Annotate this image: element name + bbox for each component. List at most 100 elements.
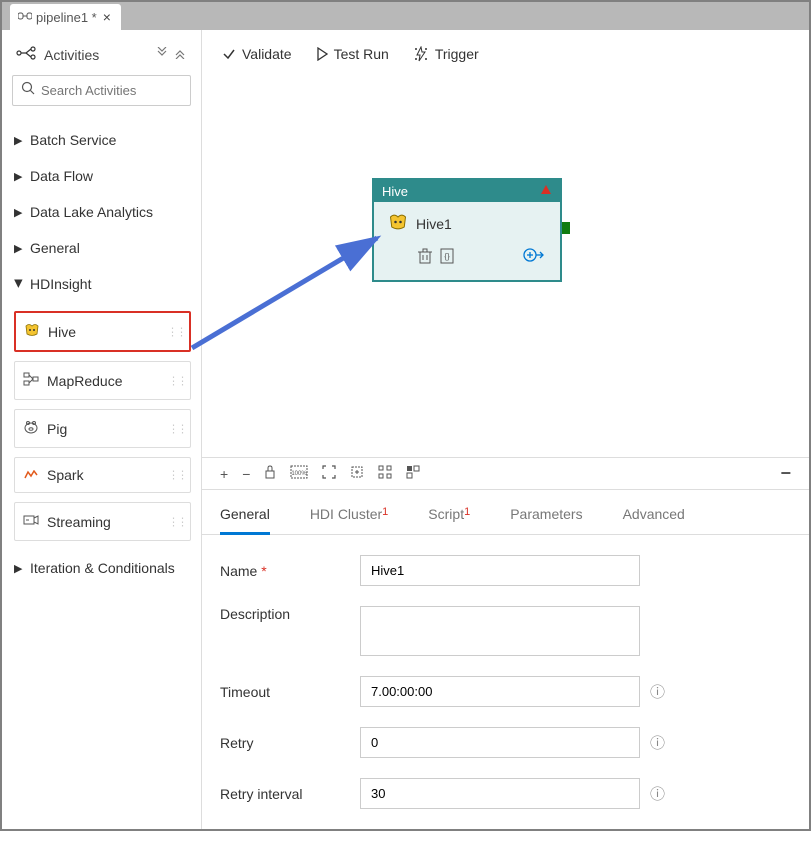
node-body: Hive1 {} bbox=[374, 202, 560, 280]
chevron-right-icon: ▶ bbox=[14, 242, 24, 255]
chevron-right-icon: ▶ bbox=[14, 134, 24, 147]
error-badge: 1 bbox=[464, 506, 470, 518]
zoom-100-icon[interactable]: 100% bbox=[290, 465, 308, 482]
activity-pig[interactable]: Pig ⋮⋮ bbox=[14, 409, 191, 448]
collapse-all-icon[interactable] bbox=[175, 47, 187, 62]
validate-button[interactable]: Validate bbox=[222, 46, 292, 62]
description-input[interactable] bbox=[360, 606, 640, 656]
zoom-selection-icon[interactable] bbox=[350, 465, 364, 482]
test-run-button[interactable]: Test Run bbox=[316, 46, 389, 62]
pig-icon bbox=[23, 419, 39, 438]
grip-icon: ⋮⋮ bbox=[168, 469, 186, 482]
search-icon bbox=[21, 81, 35, 100]
canvas-toolbar: Validate Test Run Trigger bbox=[202, 30, 809, 78]
pipeline-tab[interactable]: pipeline1 * × bbox=[10, 4, 121, 30]
drag-arrow-annotation bbox=[187, 228, 397, 358]
mapreduce-icon bbox=[23, 371, 39, 390]
properties-tabs: General HDI Cluster1 Script1 Parameters … bbox=[202, 490, 809, 535]
hdinsight-items: Hive ⋮⋮ MapReduce ⋮⋮ Pig ⋮⋮ bbox=[12, 311, 191, 541]
hive-icon bbox=[388, 212, 408, 235]
add-output-icon[interactable] bbox=[522, 247, 544, 268]
category-general[interactable]: ▶ General bbox=[12, 230, 191, 266]
activities-header: Activities bbox=[12, 40, 191, 75]
grip-icon: ⋮⋮ bbox=[168, 374, 186, 387]
activities-icon bbox=[16, 46, 36, 63]
properties-panel: General HDI Cluster1 Script1 Parameters … bbox=[202, 489, 809, 829]
category-data-lake-analytics[interactable]: ▶ Data Lake Analytics bbox=[12, 194, 191, 230]
description-label: Description bbox=[220, 606, 290, 622]
validate-label: Validate bbox=[242, 46, 292, 62]
code-icon[interactable]: {} bbox=[440, 248, 454, 267]
search-input[interactable] bbox=[41, 83, 182, 98]
category-iteration-conditionals[interactable]: ▶ Iteration & Conditionals bbox=[12, 550, 191, 586]
tab-parameters[interactable]: Parameters bbox=[510, 506, 582, 534]
retry-interval-input[interactable] bbox=[360, 778, 640, 809]
grip-icon: ⋮⋮ bbox=[168, 422, 186, 435]
activity-label: Spark bbox=[47, 467, 84, 483]
delete-icon[interactable] bbox=[418, 248, 432, 267]
activity-streaming[interactable]: Streaming ⋮⋮ bbox=[14, 502, 191, 541]
trigger-button[interactable]: Trigger bbox=[413, 46, 479, 62]
name-label: Name bbox=[220, 563, 257, 579]
general-form: Name * Description Timeout ⓘ Retry ⓘ bbox=[202, 535, 809, 849]
trigger-label: Trigger bbox=[435, 46, 479, 62]
tab-script[interactable]: Script1 bbox=[428, 506, 470, 534]
hive-activity-node[interactable]: Hive Hive1 bbox=[372, 178, 562, 282]
zoom-in-icon[interactable]: + bbox=[220, 466, 228, 482]
tab-general[interactable]: General bbox=[220, 506, 270, 535]
expand-all-icon[interactable] bbox=[157, 47, 169, 62]
category-label: Data Flow bbox=[30, 168, 93, 184]
main-layout: Activities ▶ Batch Service bbox=[2, 30, 809, 829]
tab-advanced[interactable]: Advanced bbox=[623, 506, 685, 534]
retry-input[interactable] bbox=[360, 727, 640, 758]
chevron-right-icon: ▶ bbox=[14, 170, 24, 183]
auto-align-icon[interactable] bbox=[378, 465, 392, 482]
streaming-icon bbox=[23, 512, 39, 531]
error-badge: 1 bbox=[382, 506, 388, 518]
chevron-right-icon: ▶ bbox=[14, 206, 24, 219]
pipeline-icon bbox=[18, 10, 32, 25]
output-connector[interactable] bbox=[562, 222, 570, 234]
timeout-label: Timeout bbox=[220, 684, 270, 700]
layout-icon[interactable] bbox=[406, 465, 420, 482]
category-label: General bbox=[30, 240, 80, 256]
warning-icon bbox=[540, 184, 552, 199]
hive-icon bbox=[24, 322, 40, 341]
svg-text:{}: {} bbox=[444, 252, 450, 261]
minimize-panel-icon[interactable]: − bbox=[780, 463, 791, 484]
canvas-area: Validate Test Run Trigger Hive bbox=[202, 30, 809, 829]
search-activities-box[interactable] bbox=[12, 75, 191, 106]
chevron-down-icon: ▶ bbox=[13, 279, 26, 289]
activities-label: Activities bbox=[44, 47, 99, 63]
chevron-right-icon: ▶ bbox=[14, 562, 24, 575]
canvas-controls: + − 100% − bbox=[202, 457, 809, 489]
activity-spark[interactable]: Spark ⋮⋮ bbox=[14, 457, 191, 493]
info-icon[interactable]: ⓘ bbox=[650, 732, 665, 753]
lock-icon[interactable] bbox=[264, 465, 276, 482]
spark-icon bbox=[23, 467, 39, 483]
category-data-flow[interactable]: ▶ Data Flow bbox=[12, 158, 191, 194]
svg-text:100%: 100% bbox=[292, 471, 308, 477]
test-run-label: Test Run bbox=[334, 46, 389, 62]
category-label: Iteration & Conditionals bbox=[30, 560, 175, 576]
retry-interval-label: Retry interval bbox=[220, 786, 302, 802]
grip-icon: ⋮⋮ bbox=[167, 325, 185, 338]
close-icon[interactable]: × bbox=[101, 9, 113, 25]
name-input[interactable] bbox=[360, 555, 640, 586]
activity-hive[interactable]: Hive ⋮⋮ bbox=[14, 311, 191, 352]
info-icon[interactable]: ⓘ bbox=[650, 783, 665, 804]
timeout-input[interactable] bbox=[360, 676, 640, 707]
fit-screen-icon[interactable] bbox=[322, 465, 336, 482]
activity-label: Hive bbox=[48, 324, 76, 340]
category-hdinsight[interactable]: ▶ HDInsight bbox=[12, 266, 191, 302]
pipeline-canvas[interactable]: Hive Hive1 bbox=[202, 78, 809, 489]
category-label: HDInsight bbox=[30, 276, 91, 292]
activities-sidebar: Activities ▶ Batch Service bbox=[2, 30, 202, 829]
zoom-out-icon[interactable]: − bbox=[242, 466, 250, 482]
activity-mapreduce[interactable]: MapReduce ⋮⋮ bbox=[14, 361, 191, 400]
tab-hdi-cluster[interactable]: HDI Cluster1 bbox=[310, 506, 388, 534]
activity-label: Pig bbox=[47, 421, 67, 437]
info-icon[interactable]: ⓘ bbox=[650, 681, 665, 702]
category-batch-service[interactable]: ▶ Batch Service bbox=[12, 122, 191, 158]
category-label: Data Lake Analytics bbox=[30, 204, 153, 220]
